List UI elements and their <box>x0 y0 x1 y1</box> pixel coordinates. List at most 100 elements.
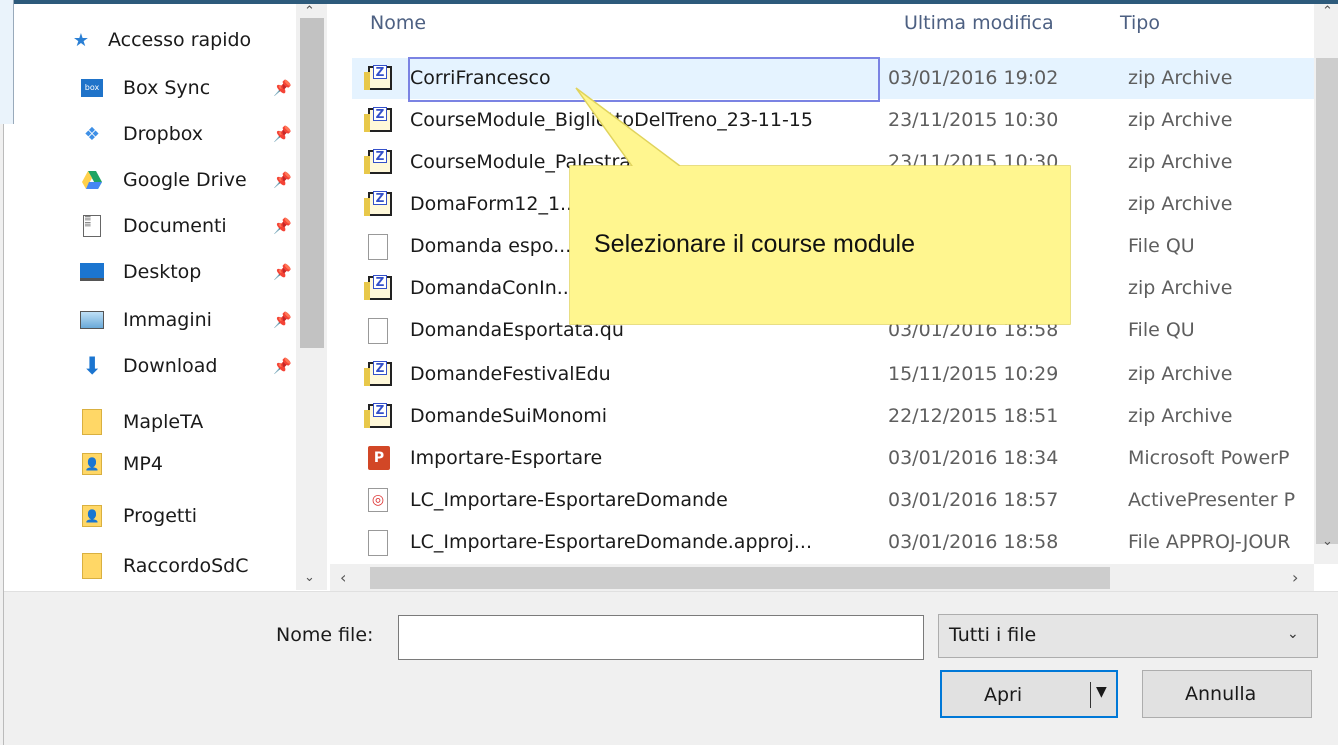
nav-label: RaccordoSdC <box>123 555 249 577</box>
pin-icon[interactable]: 📌 <box>273 311 292 329</box>
nav-label: Dropbox <box>123 123 204 145</box>
zip-file-icon: Z <box>364 149 392 176</box>
filename-label: Nome file: <box>276 624 374 646</box>
desktop-icon <box>80 260 104 284</box>
nav-label: MP4 <box>123 453 163 475</box>
file-date: 03/01/2016 18:58 <box>888 531 1059 553</box>
scroll-up-icon[interactable]: ⌃ <box>304 4 315 19</box>
file-row[interactable]: ◎ LC_Importare-EsportareDomande 03/01/20… <box>352 480 1338 521</box>
documents-icon: ≡ ≡ <box>80 214 104 238</box>
scroll-down-icon[interactable]: ⌄ <box>1322 534 1333 549</box>
file-type: File QU <box>1128 319 1195 341</box>
nav-label: Accesso rapido <box>108 29 252 51</box>
file-date: 22/12/2015 18:51 <box>888 405 1059 427</box>
file-name: LC_Importare-EsportareDomande <box>410 489 728 511</box>
nav-quick-access[interactable]: ★ Accesso rapido <box>14 18 310 62</box>
pin-icon[interactable]: 📌 <box>273 125 292 143</box>
file-type: ActivePresenter P <box>1128 489 1296 511</box>
nav-label: Download <box>123 355 218 377</box>
filename-input[interactable] <box>399 616 869 657</box>
nav-item-dropbox[interactable]: ❖ Dropbox 📌 <box>14 112 310 156</box>
activepresenter-file-icon: ◎ <box>368 488 392 514</box>
vertical-scroll-thumb[interactable] <box>1316 58 1338 544</box>
file-type-filter[interactable]: Tutti i file ⌄ <box>938 614 1318 658</box>
nav-item-raccordosdc[interactable]: RaccordoSdC <box>14 544 310 588</box>
open-button[interactable]: Apri ▼ <box>940 670 1118 718</box>
pin-icon[interactable]: 📌 <box>273 217 292 235</box>
file-type: zip Archive <box>1128 67 1233 89</box>
nav-item-documenti[interactable]: ≡ ≡ Documenti 📌 <box>14 204 310 248</box>
file-name: DomandeFestivalEdu <box>410 363 611 385</box>
document-icon <box>368 318 392 344</box>
nav-label: Progetti <box>123 505 198 527</box>
nav-item-download[interactable]: ⬇ Download 📌 <box>14 344 310 388</box>
column-header-name[interactable]: Nome <box>370 12 426 34</box>
file-type-filter-value: Tutti i file <box>949 624 1037 646</box>
filename-combobox[interactable]: ⌄ <box>398 615 1297 660</box>
file-row[interactable]: Z DomandeFestivalEdu 15/11/2015 10:29 zi… <box>352 354 1338 395</box>
scroll-left-icon[interactable]: ‹ <box>340 568 346 587</box>
nav-label: Google Drive <box>123 169 247 191</box>
nav-item-desktop[interactable]: Desktop 📌 <box>14 250 310 294</box>
document-icon <box>368 234 392 260</box>
google-drive-icon <box>80 168 104 192</box>
nav-label: Immagini <box>123 309 212 331</box>
cancel-button-label: Annulla <box>1185 683 1257 705</box>
file-name: LC_Importare-EsportareDomande.approj... <box>410 531 812 553</box>
folder-icon <box>80 409 104 435</box>
zip-file-icon: Z <box>364 191 392 218</box>
file-type: zip Archive <box>1128 193 1233 215</box>
zip-file-icon: Z <box>364 275 392 302</box>
callout-text: Selezionare il course module <box>594 230 916 258</box>
file-row[interactable]: Z DomandeSuiMonomi 22/12/2015 18:51 zip … <box>352 396 1338 437</box>
document-icon <box>368 530 392 556</box>
nav-item-mp4[interactable]: 👤 MP4 <box>14 442 310 486</box>
pin-icon[interactable]: 📌 <box>273 357 292 375</box>
zip-file-icon: Z <box>364 361 392 388</box>
nav-item-google-drive[interactable]: Google Drive 📌 <box>14 158 310 202</box>
file-name: Importare-Esportare <box>410 447 603 469</box>
folder-icon <box>80 553 104 579</box>
file-row[interactable]: LC_Importare-EsportareDomande.approj... … <box>352 522 1338 563</box>
file-type: zip Archive <box>1128 363 1233 385</box>
zip-file-icon: Z <box>364 107 392 134</box>
folder-user-icon: 👤 <box>80 452 104 476</box>
nav-item-immagini[interactable]: Immagini 📌 <box>14 298 310 342</box>
file-date: 03/01/2016 18:57 <box>888 489 1059 511</box>
file-row[interactable]: P Importare-Esportare 03/01/2016 18:34 M… <box>352 438 1338 479</box>
nav-label: Box Sync <box>123 77 211 99</box>
navigation-pane: ★ Accesso rapido box Box Sync 📌 ❖ Dropbo… <box>14 4 328 590</box>
cancel-button[interactable]: Annulla <box>1142 670 1312 718</box>
scroll-down-icon[interactable]: ⌄ <box>304 570 315 585</box>
file-type: File QU <box>1128 235 1195 257</box>
file-date: 15/11/2015 10:29 <box>888 363 1059 385</box>
column-header-modified[interactable]: Ultima modifica <box>904 12 1054 34</box>
pictures-icon <box>80 308 104 332</box>
nav-item-progetti[interactable]: 👤 Progetti <box>14 494 310 538</box>
nav-item-box-sync[interactable]: box Box Sync 📌 <box>14 66 310 110</box>
file-type: zip Archive <box>1128 151 1233 173</box>
zip-file-icon: Z <box>364 403 392 430</box>
nav-item-mapleta[interactable]: MapleTA <box>14 400 310 444</box>
scroll-right-icon[interactable]: › <box>1292 568 1298 587</box>
horizontal-scroll-thumb[interactable] <box>370 567 1110 589</box>
download-icon: ⬇ <box>81 352 103 380</box>
navigation-scroll-thumb[interactable] <box>300 18 324 348</box>
powerpoint-file-icon: P <box>368 446 392 472</box>
callout-bubble-shape <box>569 87 1071 325</box>
pin-icon[interactable]: 📌 <box>273 263 292 281</box>
dropbox-icon: ❖ <box>83 123 101 145</box>
file-type: zip Archive <box>1128 405 1233 427</box>
file-type: File APPROJ-JOUR <box>1128 531 1291 553</box>
open-dropdown-icon[interactable]: ▼ <box>1096 684 1107 700</box>
chevron-down-icon: ⌄ <box>1287 626 1299 642</box>
pin-icon[interactable]: 📌 <box>273 79 292 97</box>
zip-file-icon: Z <box>364 65 392 92</box>
pin-icon[interactable]: 📌 <box>273 171 292 189</box>
scroll-up-icon[interactable]: ⌃ <box>1322 4 1333 19</box>
file-type: zip Archive <box>1128 277 1233 299</box>
column-header-type[interactable]: Tipo <box>1120 12 1160 34</box>
nav-label: MapleTA <box>123 411 204 433</box>
box-icon: box <box>80 76 104 100</box>
folder-user-icon: 👤 <box>80 504 104 528</box>
